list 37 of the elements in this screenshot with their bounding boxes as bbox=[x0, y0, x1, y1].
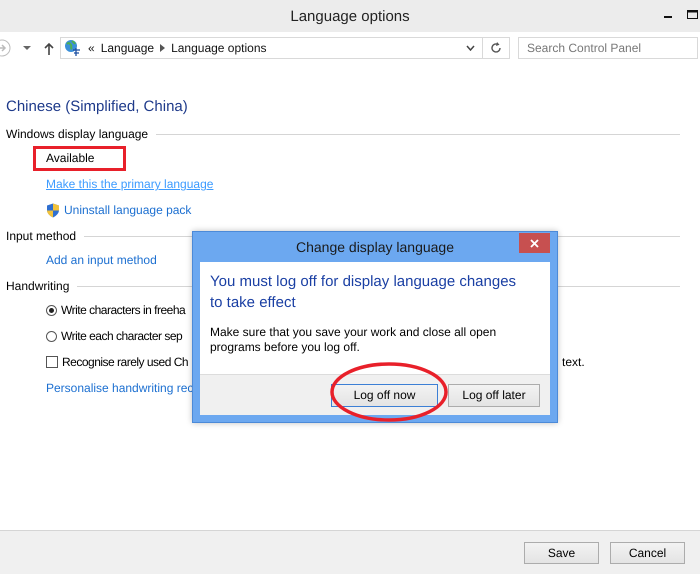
close-button[interactable] bbox=[519, 233, 550, 253]
language-heading: Chinese (Simplified, China) bbox=[6, 98, 188, 117]
checkbox-label: Recognise rarely used Ch bbox=[62, 355, 188, 369]
window-title: Language options bbox=[290, 8, 410, 24]
search-field[interactable]: Search Control Panel bbox=[518, 37, 698, 59]
caret-icon[interactable] bbox=[22, 45, 32, 51]
dialog-message: Make sure that you save your work and close all open programs before you log off. bbox=[210, 325, 498, 355]
address-bar[interactable]: « Language Language options bbox=[60, 37, 510, 59]
chevron-right-icon[interactable] bbox=[160, 44, 166, 52]
footer-button[interactable]: Cancel bbox=[610, 542, 685, 564]
section-title: Handwriting bbox=[6, 279, 70, 293]
radio-button[interactable] bbox=[46, 330, 57, 342]
close-icon bbox=[530, 238, 539, 248]
shield-icon bbox=[46, 202, 60, 218]
radio-label: Write characters in freeha bbox=[61, 303, 186, 317]
up-arrow-icon[interactable] bbox=[44, 42, 54, 54]
dialog-heading: You must log off for display language changes to take effect bbox=[210, 272, 518, 313]
overflow-chevron[interactable]: « bbox=[88, 41, 95, 55]
link[interactable]: Uninstall language pack bbox=[64, 203, 192, 217]
dialog-button[interactable]: Log off now bbox=[331, 384, 438, 406]
section-title: Windows display language bbox=[6, 127, 148, 141]
footer-button[interactable]: Save bbox=[524, 542, 599, 564]
section-title: Input method bbox=[6, 229, 76, 243]
checkbox[interactable] bbox=[46, 356, 58, 368]
link[interactable]: Add an input method bbox=[46, 253, 157, 267]
dialog-title: Change display language bbox=[296, 239, 454, 255]
breadcrumb-item[interactable]: Language bbox=[100, 41, 154, 55]
status-text: Available bbox=[33, 146, 126, 170]
dialog-button[interactable]: Log off later bbox=[448, 384, 540, 406]
radio-button[interactable] bbox=[46, 304, 57, 316]
breadcrumb-item[interactable]: Language options bbox=[171, 41, 266, 55]
radio-label: Write each character sep bbox=[61, 329, 182, 343]
globe-language-icon bbox=[64, 39, 82, 57]
refresh-icon[interactable] bbox=[490, 42, 502, 54]
checkbox-label-end: text. bbox=[562, 355, 585, 369]
maximize-icon[interactable] bbox=[687, 10, 698, 20]
chevron-down-icon[interactable] bbox=[466, 45, 474, 51]
